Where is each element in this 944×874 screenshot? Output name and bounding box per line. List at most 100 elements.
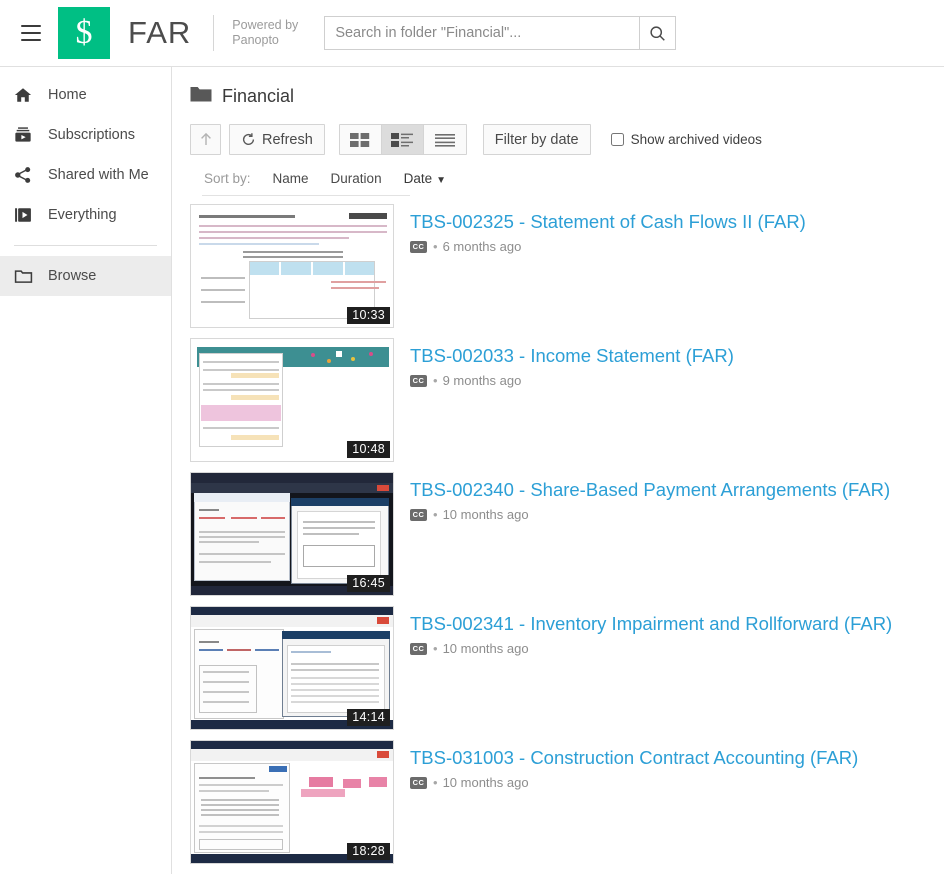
view-mode-group <box>338 124 467 155</box>
sort-option-date-label: Date <box>403 170 433 186</box>
content-toolbar: Refresh Filter by date Show archived vid… <box>190 124 944 155</box>
video-duration: 14:14 <box>347 709 390 726</box>
search-area <box>324 16 677 50</box>
subscriptions-icon <box>14 126 40 144</box>
sidebar-item-home[interactable]: Home <box>0 75 171 115</box>
video-thumbnail[interactable]: 10:33 <box>190 204 394 328</box>
refresh-icon <box>242 133 255 145</box>
separator-dot: • <box>433 775 438 790</box>
sort-option-name[interactable]: Name <box>273 171 309 186</box>
show-archived-videos-toggle[interactable]: Show archived videos <box>610 132 762 147</box>
separator-dot: • <box>433 373 438 388</box>
everything-icon <box>14 206 40 224</box>
video-meta: TBS-002325 - Statement of Cash Flows II … <box>394 204 806 328</box>
video-list-item: 18:28 TBS-031003 - Construction Contract… <box>190 740 944 864</box>
hamburger-menu-icon[interactable] <box>14 16 48 50</box>
video-meta: TBS-002341 - Inventory Impairment and Ro… <box>394 606 892 730</box>
page-body: Home Subscriptions Shared with Me Everyt… <box>0 67 944 874</box>
video-title-link[interactable]: TBS-002325 - Statement of Cash Flows II … <box>410 210 806 234</box>
sidebar-item-everything[interactable]: Everything <box>0 195 171 235</box>
video-list-item: 14:14 TBS-002341 - Inventory Impairment … <box>190 606 944 730</box>
search-input[interactable] <box>324 16 640 50</box>
video-subline: CC • 10 months ago <box>410 775 858 790</box>
video-title-link[interactable]: TBS-031003 - Construction Contract Accou… <box>410 746 858 770</box>
sidebar-item-subscriptions[interactable]: Subscriptions <box>0 115 171 155</box>
main-content: Financial Refresh Filter by date Show ar… <box>172 67 944 874</box>
video-meta: TBS-031003 - Construction Contract Accou… <box>394 740 858 864</box>
video-age: 6 months ago <box>442 239 522 254</box>
video-thumbnail[interactable]: 14:14 <box>190 606 394 730</box>
detail-view-icon <box>391 132 414 147</box>
video-list-item: 16:45 TBS-002340 - Share-Based Payment A… <box>190 472 944 596</box>
video-title-link[interactable]: TBS-002340 - Share-Based Payment Arrange… <box>410 478 890 502</box>
separator-dot: • <box>433 239 438 254</box>
sidebar-nav: Home Subscriptions Shared with Me Everyt… <box>0 67 172 874</box>
video-list-item: 10:33 TBS-002325 - Statement of Cash Flo… <box>190 204 944 328</box>
video-subline: CC • 10 months ago <box>410 507 890 522</box>
video-age: 10 months ago <box>442 775 529 790</box>
video-duration: 10:33 <box>347 307 390 324</box>
folder-icon <box>190 85 212 108</box>
folder-icon <box>14 267 40 285</box>
video-meta: TBS-002033 - Income Statement (FAR) CC •… <box>394 338 734 462</box>
closed-caption-icon: CC <box>410 642 427 655</box>
video-list-item: 10:48 TBS-002033 - Income Statement (FAR… <box>190 338 944 462</box>
powered-by-line1: Powered by <box>232 18 299 32</box>
site-title: FAR <box>128 15 192 50</box>
filter-by-date-label: Filter by date <box>494 131 579 148</box>
sidebar-item-label: Browse <box>48 268 97 284</box>
video-thumbnail[interactable]: 18:28 <box>190 740 394 864</box>
list-view-button[interactable] <box>423 125 466 154</box>
sidebar-item-browse[interactable]: Browse <box>0 256 171 296</box>
closed-caption-icon: CC <box>410 240 427 253</box>
filter-by-date-button[interactable]: Filter by date <box>482 124 591 155</box>
page-title: Financial <box>222 86 295 106</box>
app-logo[interactable]: $ <box>58 7 110 59</box>
video-age: 9 months ago <box>442 373 522 388</box>
sidebar-item-label: Everything <box>48 207 117 223</box>
folder-header: Financial <box>190 85 944 108</box>
sort-bar: Sort by: Name Duration Date ▼ <box>190 161 944 195</box>
video-age: 10 months ago <box>442 507 529 522</box>
sidebar-item-label: Subscriptions <box>48 127 136 143</box>
grid-view-icon <box>350 132 370 147</box>
share-icon <box>14 166 40 184</box>
refresh-button[interactable]: Refresh <box>229 124 325 155</box>
search-button[interactable] <box>639 16 677 50</box>
closed-caption-icon: CC <box>410 776 427 789</box>
show-archived-checkbox[interactable] <box>610 133 624 146</box>
arrow-up-icon <box>200 132 211 145</box>
video-age: 10 months ago <box>442 641 529 656</box>
sidebar-item-shared-with-me[interactable]: Shared with Me <box>0 155 171 195</box>
video-title-link[interactable]: TBS-002341 - Inventory Impairment and Ro… <box>410 612 892 636</box>
video-subline: CC • 10 months ago <box>410 641 892 656</box>
video-thumbnail[interactable]: 10:48 <box>190 338 394 462</box>
closed-caption-icon: CC <box>410 508 427 521</box>
sidebar-divider <box>14 245 157 246</box>
video-thumbnail[interactable]: 16:45 <box>190 472 394 596</box>
detail-view-button[interactable] <box>381 125 424 154</box>
home-icon <box>14 86 40 104</box>
grid-view-button[interactable] <box>339 125 382 154</box>
top-header-bar: $ FAR Powered by Panopto <box>0 0 944 67</box>
header-divider <box>213 15 215 51</box>
video-duration: 18:28 <box>347 843 390 860</box>
sort-option-duration[interactable]: Duration <box>331 171 382 186</box>
closed-caption-icon: CC <box>410 374 427 387</box>
video-subline: CC • 6 months ago <box>410 239 806 254</box>
sort-option-date[interactable]: Date ▼ <box>404 171 446 186</box>
search-icon <box>650 25 666 41</box>
video-subline: CC • 9 months ago <box>410 373 734 388</box>
video-title-link[interactable]: TBS-002033 - Income Statement (FAR) <box>410 344 734 368</box>
sidebar-item-label: Home <box>48 87 87 103</box>
separator-dot: • <box>433 507 438 522</box>
powered-by-label: Powered by Panopto <box>232 18 298 48</box>
dollar-icon: $ <box>75 14 93 51</box>
sidebar-item-label: Shared with Me <box>48 167 149 183</box>
video-list: 10:33 TBS-002325 - Statement of Cash Flo… <box>190 196 944 864</box>
refresh-label: Refresh <box>262 131 313 148</box>
video-meta: TBS-002340 - Share-Based Payment Arrange… <box>394 472 890 596</box>
go-up-button[interactable] <box>190 124 221 155</box>
powered-by-line2: Panopto <box>232 33 279 47</box>
list-view-icon <box>434 133 455 147</box>
